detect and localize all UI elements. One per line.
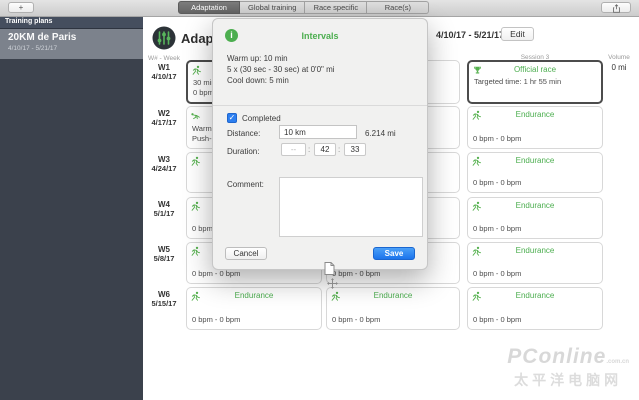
week-label-w4: W4 5/1/17 bbox=[153, 200, 175, 218]
cell-title: Endurance bbox=[515, 201, 555, 210]
plan-subtitle: 4/10/17 - 5/21/17 bbox=[8, 45, 58, 52]
description-line: Cool down: 5 min bbox=[227, 76, 289, 85]
cell-w6-session1[interactable]: Endurance 0 bpm - 0 bpm bbox=[186, 287, 322, 330]
cell-details: 0 bpm - 0 bpm bbox=[473, 224, 522, 233]
workout-description: Warm up: 10 min 5 x (30 sec - 30 sec) at… bbox=[227, 53, 335, 86]
duration-separator: : bbox=[308, 145, 311, 154]
duration-seconds-field[interactable]: 33 bbox=[344, 143, 366, 156]
intervals-dialog: i Intervals Warm up: 10 min 5 x (30 sec … bbox=[212, 18, 428, 270]
cell-details: 0 bpm - 0 bpm bbox=[473, 178, 522, 187]
cell-details: Targeted time: 1 hr 55 min bbox=[474, 77, 562, 86]
strength-icon bbox=[190, 109, 201, 122]
distance-converted: 6.214 mi bbox=[365, 129, 396, 138]
window-toolbar: + Adaptation Global training Race specific… bbox=[0, 0, 639, 17]
cell-title: Endurance bbox=[515, 156, 555, 165]
week-label-w3: W3 4/24/17 bbox=[151, 155, 177, 173]
duration-hours-field[interactable]: -- bbox=[281, 143, 306, 156]
week-label-w5: W5 5/8/17 bbox=[153, 245, 175, 263]
cell-title: Endurance bbox=[234, 291, 274, 300]
save-button[interactable]: Save bbox=[373, 247, 415, 260]
training-app-window: + Adaptation Global training Race specific… bbox=[0, 0, 639, 400]
cell-title: Endurance bbox=[515, 246, 555, 255]
cell-w3-session3[interactable]: Endurance 0 bpm - 0 bpm bbox=[467, 152, 603, 193]
tab-race-s[interactable]: Race(s) bbox=[367, 1, 430, 14]
cell-details: 0 bpm - 0 bpm bbox=[332, 269, 381, 278]
edit-button[interactable]: Edit bbox=[501, 27, 534, 41]
sidebar-item-training-plan[interactable]: 20KM de Paris 4/10/17 - 5/21/17 bbox=[0, 29, 143, 59]
tab-race-specific[interactable]: Race specific bbox=[305, 1, 368, 14]
divider bbox=[213, 105, 427, 106]
cell-w4-session3[interactable]: Endurance 0 bpm - 0 bpm bbox=[467, 197, 603, 239]
week-label-w2: W2 4/17/17 bbox=[151, 109, 177, 127]
runner-icon bbox=[190, 155, 201, 168]
description-line: 5 x (30 sec - 30 sec) at 0'0" mi bbox=[227, 65, 335, 74]
runner-icon bbox=[190, 200, 201, 213]
runner-icon bbox=[190, 245, 201, 258]
duration-minutes-field[interactable]: 42 bbox=[314, 143, 336, 156]
volume-w1: 0 mi bbox=[611, 63, 627, 72]
sidebar: Training plans 20KM de Paris 4/10/17 - 5… bbox=[0, 16, 143, 400]
completed-checkbox[interactable] bbox=[227, 113, 237, 123]
sidebar-header: Training plans bbox=[0, 16, 143, 29]
cell-details: 0 bpm - 0 bpm bbox=[473, 134, 522, 143]
tab-bar: Adaptation Global training Race specific Ra… bbox=[178, 1, 430, 14]
cell-details: 0 bpm - 0 bpm bbox=[192, 269, 241, 278]
completed-label: Completed bbox=[242, 114, 281, 123]
duration-label: Duration: bbox=[227, 147, 260, 156]
week-label-w6: W6 5/15/17 bbox=[151, 290, 177, 308]
distance-input[interactable] bbox=[279, 125, 357, 139]
cell-details: 0 bpm - 0 bpm bbox=[192, 315, 241, 324]
week-label-w1: W1 4/10/17 bbox=[151, 63, 177, 81]
tab-global-training[interactable]: Global training bbox=[240, 1, 306, 14]
cell-details: 0 bpm - 0 bpm bbox=[473, 269, 522, 278]
cell-w2-session3[interactable]: Endurance 0 bpm - 0 bpm bbox=[467, 106, 603, 149]
runner-icon bbox=[191, 64, 202, 77]
share-icon bbox=[612, 4, 621, 15]
plan-date-range: 4/10/17 - 5/21/17 bbox=[436, 30, 505, 40]
cell-w6-session2[interactable]: Endurance 0 bpm - 0 bpm bbox=[326, 287, 460, 330]
plan-title: 20KM de Paris bbox=[8, 32, 77, 43]
cell-w6-session3[interactable]: Endurance 0 bpm - 0 bpm bbox=[467, 287, 603, 330]
comment-textarea[interactable] bbox=[279, 177, 423, 237]
cell-details: 0 bpm bbox=[192, 224, 213, 233]
duration-separator: : bbox=[338, 145, 341, 154]
add-plan-button[interactable]: + bbox=[8, 2, 34, 13]
description-line: Warm up: 10 min bbox=[227, 54, 288, 63]
cell-w1-session3[interactable]: Official race Targeted time: 1 hr 55 min bbox=[467, 60, 603, 104]
dialog-title: Intervals bbox=[301, 31, 339, 41]
tab-adaptation[interactable]: Adaptation bbox=[178, 1, 240, 14]
cell-title: Endurance bbox=[515, 110, 555, 119]
share-button[interactable] bbox=[601, 2, 631, 13]
cell-details: 0 bpm - 0 bpm bbox=[473, 315, 522, 324]
cell-title: Endurance bbox=[515, 291, 555, 300]
cell-title: Endurance bbox=[373, 291, 413, 300]
cell-w5-session3[interactable]: Endurance 0 bpm - 0 bpm bbox=[467, 242, 603, 284]
cell-title: Official race bbox=[513, 65, 557, 74]
adaptation-sliders-icon bbox=[152, 26, 176, 50]
cell-details: 0 bpm - 0 bpm bbox=[332, 315, 381, 324]
move-cursor-icon bbox=[326, 277, 339, 295]
cancel-button[interactable]: Cancel bbox=[225, 247, 267, 260]
comment-label: Comment: bbox=[227, 180, 264, 189]
distance-label: Distance: bbox=[227, 129, 261, 138]
